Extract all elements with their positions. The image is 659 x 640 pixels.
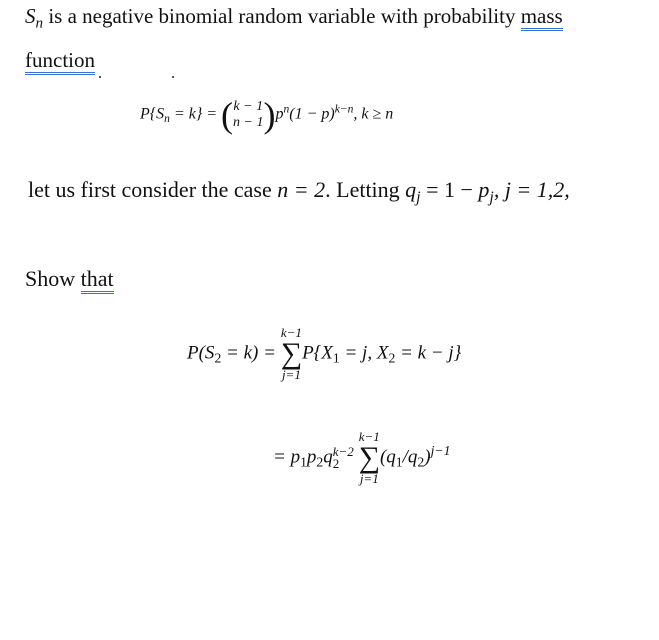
eq1-rhs-mid: = j, X [339,342,389,364]
sum-lower-limit: j=1 [281,367,301,382]
pmf-lhs-end: = k} = [169,105,222,123]
equation-2: = p1p2qk−2 2 k−1 ∑ j=1 (q1/q2)j−1 [273,430,450,486]
binom-bottom: n − 1 [233,115,264,130]
case-q: q [405,177,417,202]
variable-s: S [25,4,36,28]
right-paren: ) [263,95,276,135]
spellcheck-underline-that[interactable]: that [80,266,114,294]
case-letting: . Letting [325,177,406,202]
eq2-rhs: (q [379,446,396,468]
eq1-lhs: P(S [187,342,215,364]
summation: k−1 ∑ j=1 [359,430,380,486]
binom-top: k − 1 [233,99,264,114]
left-paren: ( [221,95,234,135]
variable-subscript: n [35,15,44,32]
summation: k−1 ∑ j=1 [281,326,302,382]
sum-lower-limit: j=1 [359,471,379,486]
binomial-coefficient: (k − 1n − 1) [221,97,275,133]
eq2-sub1: 1 [300,454,307,470]
equation-1: P(S2 = k) = k−1 ∑ j=1 P{X1 = j, X2 = k −… [187,326,461,382]
case-n-eq: n = 2 [277,177,326,202]
eq2-p2: p [306,446,317,468]
eq2-lhs: = p [273,446,301,468]
eq1-rhs: P{X [302,342,333,364]
pmf-middle-exp: k−n [334,103,354,116]
show-that: Show that [25,266,114,294]
pmf-formula: P{Sn = k} = (k − 1n − 1) pn(1 − p)k−n, k… [140,97,393,133]
pmf-lhs: P{S [140,105,165,123]
show-word: Show [25,266,76,291]
eq2-q-sub: 2 [332,456,340,471]
eq2-rhs-mid: /q [402,446,418,468]
spellcheck-underline-mass[interactable]: mass [520,4,563,31]
spellcheck-underline-function[interactable]: function [25,47,95,75]
case-line: let us first consider the case n = 2. Le… [28,177,570,207]
pmf-condition: , k ≥ n [353,105,394,123]
eq2-rhs-exp: j−1 [430,442,451,458]
case-text: let us first consider the case [28,177,278,202]
case-tail: , j = 1,2, [493,177,570,202]
artifact-dot [172,76,174,78]
sigma-symbol: ∑ [358,441,380,474]
sigma-symbol: ∑ [280,337,303,370]
intro-paragraph: Sn is a negative binomial random variabl… [25,0,645,78]
eq2-q: q [323,446,333,468]
eq1-rhs-end: = k − j} [395,342,462,364]
eq1-rhs-sub1: 1 [332,350,340,366]
eq2-rhs-sub1: 1 [395,454,403,470]
artifact-dot [99,76,101,78]
case-p: p [478,177,490,202]
case-eq: = 1 − [420,177,479,202]
eq1-lhs-end: = k) = [221,342,281,364]
pmf-middle: (1 − p) [289,105,335,123]
intro-text: is a negative binomial random variable w… [43,4,521,28]
